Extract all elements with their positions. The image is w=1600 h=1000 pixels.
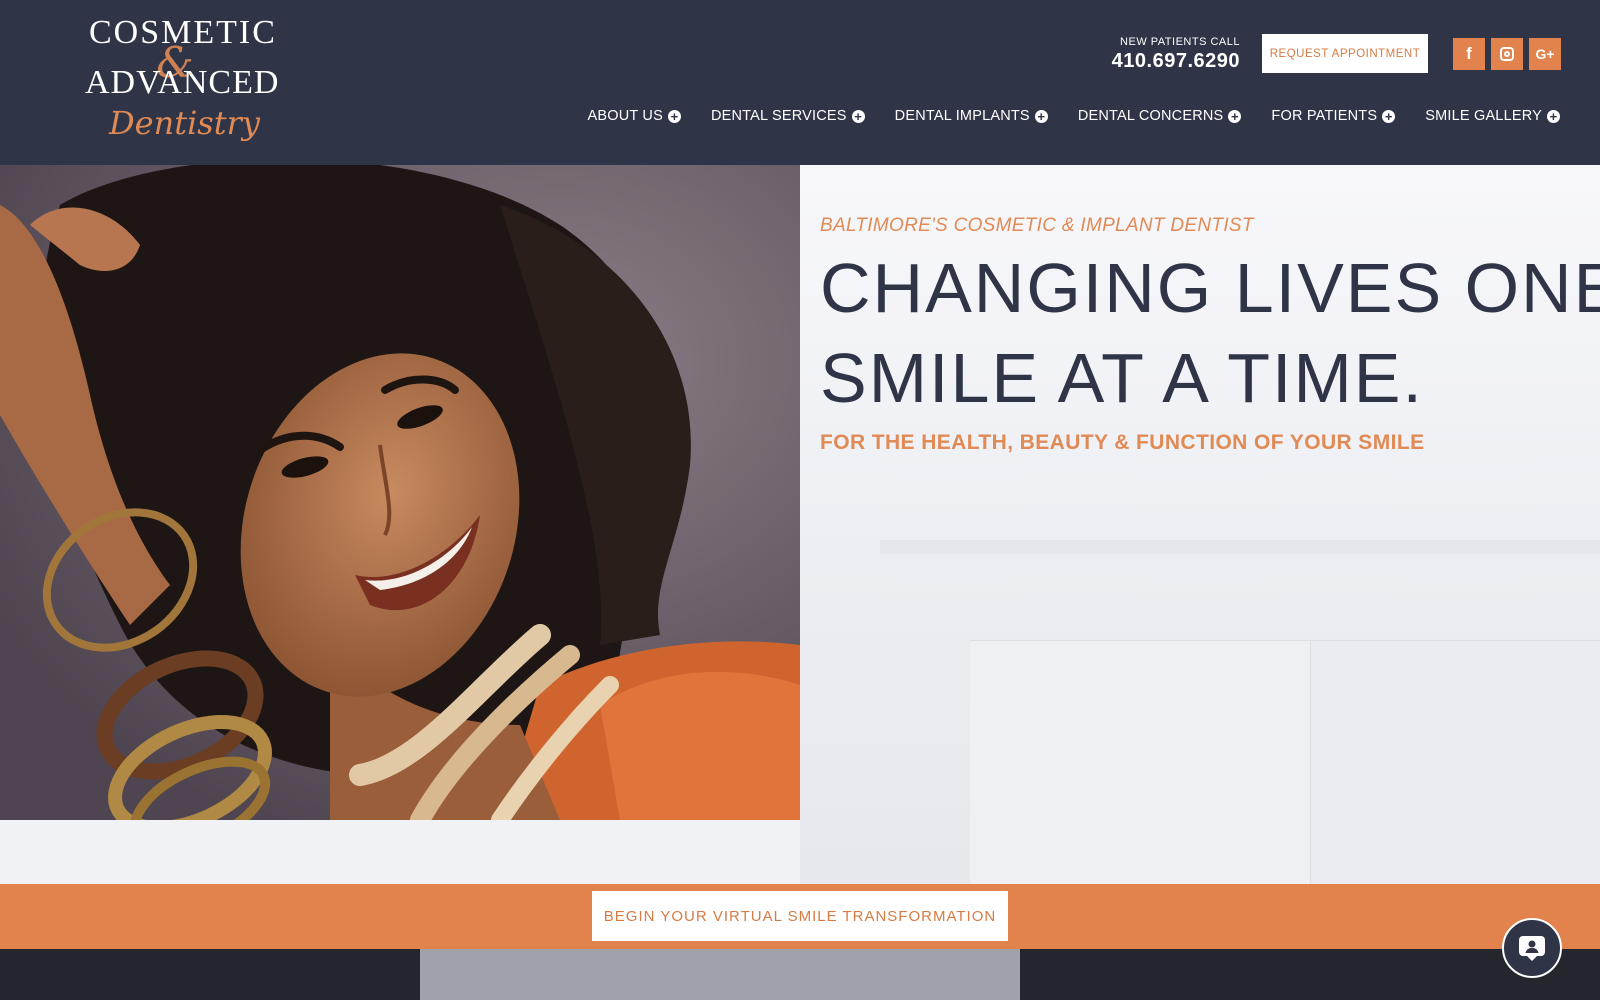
instagram-glyph bbox=[1500, 47, 1514, 61]
nav-label: ABOUT US bbox=[587, 108, 663, 124]
hero-section: BALTIMORE'S COSMETIC & IMPLANT DENTIST C… bbox=[0, 165, 1600, 884]
logo-line-dentistry: Dentistry bbox=[109, 104, 260, 142]
logo-line-advanced: ADVANCED bbox=[85, 64, 280, 101]
virtual-smile-transformation-button[interactable]: BEGIN YOUR VIRTUAL SMILE TRANSFORMATION bbox=[592, 891, 1008, 941]
nav-label: SMILE GALLERY bbox=[1425, 108, 1542, 124]
facebook-icon[interactable]: f bbox=[1453, 38, 1485, 70]
nav-label: FOR PATIENTS bbox=[1271, 108, 1378, 124]
nav-item-for-patients[interactable]: FOR PATIENTS + bbox=[1271, 108, 1396, 124]
hero-kicker: BALTIMORE'S COSMETIC & IMPLANT DENTIST bbox=[820, 215, 1254, 236]
nav-label: DENTAL CONCERNS bbox=[1077, 108, 1224, 124]
next-section-image bbox=[420, 949, 1020, 1000]
smiling-woman-image bbox=[0, 165, 800, 820]
main-nav: ABOUT US + DENTAL SERVICES + DENTAL IMPL… bbox=[588, 108, 1560, 124]
plus-circle-icon[interactable]: + bbox=[1382, 109, 1396, 123]
nav-label: DENTAL SERVICES bbox=[710, 108, 847, 124]
background-cabinet bbox=[1310, 640, 1600, 884]
hero-subheadline: FOR THE HEALTH, BEAUTY & FUNCTION OF YOU… bbox=[820, 431, 1425, 454]
nav-item-dental-services[interactable]: DENTAL SERVICES + bbox=[711, 108, 865, 124]
plus-circle-icon[interactable]: + bbox=[667, 109, 681, 123]
next-section-preview bbox=[0, 949, 1600, 1000]
phone-label: NEW PATIENTS CALL bbox=[1120, 36, 1240, 48]
phone-number-link[interactable]: 410.697.6290 bbox=[1020, 50, 1240, 73]
chat-widget-button[interactable] bbox=[1502, 918, 1562, 978]
smiling-woman-photo bbox=[0, 165, 800, 820]
site-logo[interactable]: COSMETIC & ADVANCED Dentistry bbox=[85, 14, 280, 159]
site-header: COSMETIC & ADVANCED Dentistry NEW PATIEN… bbox=[0, 0, 1600, 165]
google-plus-glyph: G+ bbox=[1535, 46, 1555, 62]
request-appointment-button[interactable]: REQUEST APPOINTMENT bbox=[1262, 34, 1428, 73]
headline-line-2: SMILE AT A TIME. bbox=[820, 339, 1424, 417]
chat-icon bbox=[1519, 936, 1545, 961]
nav-item-smile-gallery[interactable]: SMILE GALLERY + bbox=[1425, 108, 1560, 124]
headline-line-1: CHANGING LIVES ONE bbox=[820, 249, 1600, 327]
nav-item-dental-implants[interactable]: DENTAL IMPLANTS + bbox=[895, 108, 1048, 124]
nav-item-about-us[interactable]: ABOUT US + bbox=[588, 108, 681, 124]
plus-circle-icon[interactable]: + bbox=[1228, 109, 1242, 123]
nav-label: DENTAL IMPLANTS bbox=[894, 108, 1030, 124]
background-cabinet bbox=[970, 640, 1310, 884]
plus-circle-icon[interactable]: + bbox=[851, 109, 865, 123]
hero-copy: BALTIMORE'S COSMETIC & IMPLANT DENTIST C… bbox=[820, 215, 1600, 455]
hero-headline: CHANGING LIVES ONE SMILE AT A TIME. bbox=[820, 243, 1600, 423]
new-patients-phone: NEW PATIENTS CALL 410.697.6290 bbox=[1020, 36, 1240, 73]
google-plus-icon[interactable]: G+ bbox=[1529, 38, 1561, 70]
background-counter bbox=[880, 540, 1600, 554]
hero-lower-background bbox=[0, 820, 800, 884]
facebook-glyph: f bbox=[1466, 44, 1472, 63]
instagram-icon[interactable] bbox=[1491, 38, 1523, 70]
nav-item-dental-concerns[interactable]: DENTAL CONCERNS + bbox=[1078, 108, 1242, 124]
plus-circle-icon[interactable]: + bbox=[1034, 109, 1048, 123]
plus-circle-icon[interactable]: + bbox=[1547, 109, 1560, 123]
